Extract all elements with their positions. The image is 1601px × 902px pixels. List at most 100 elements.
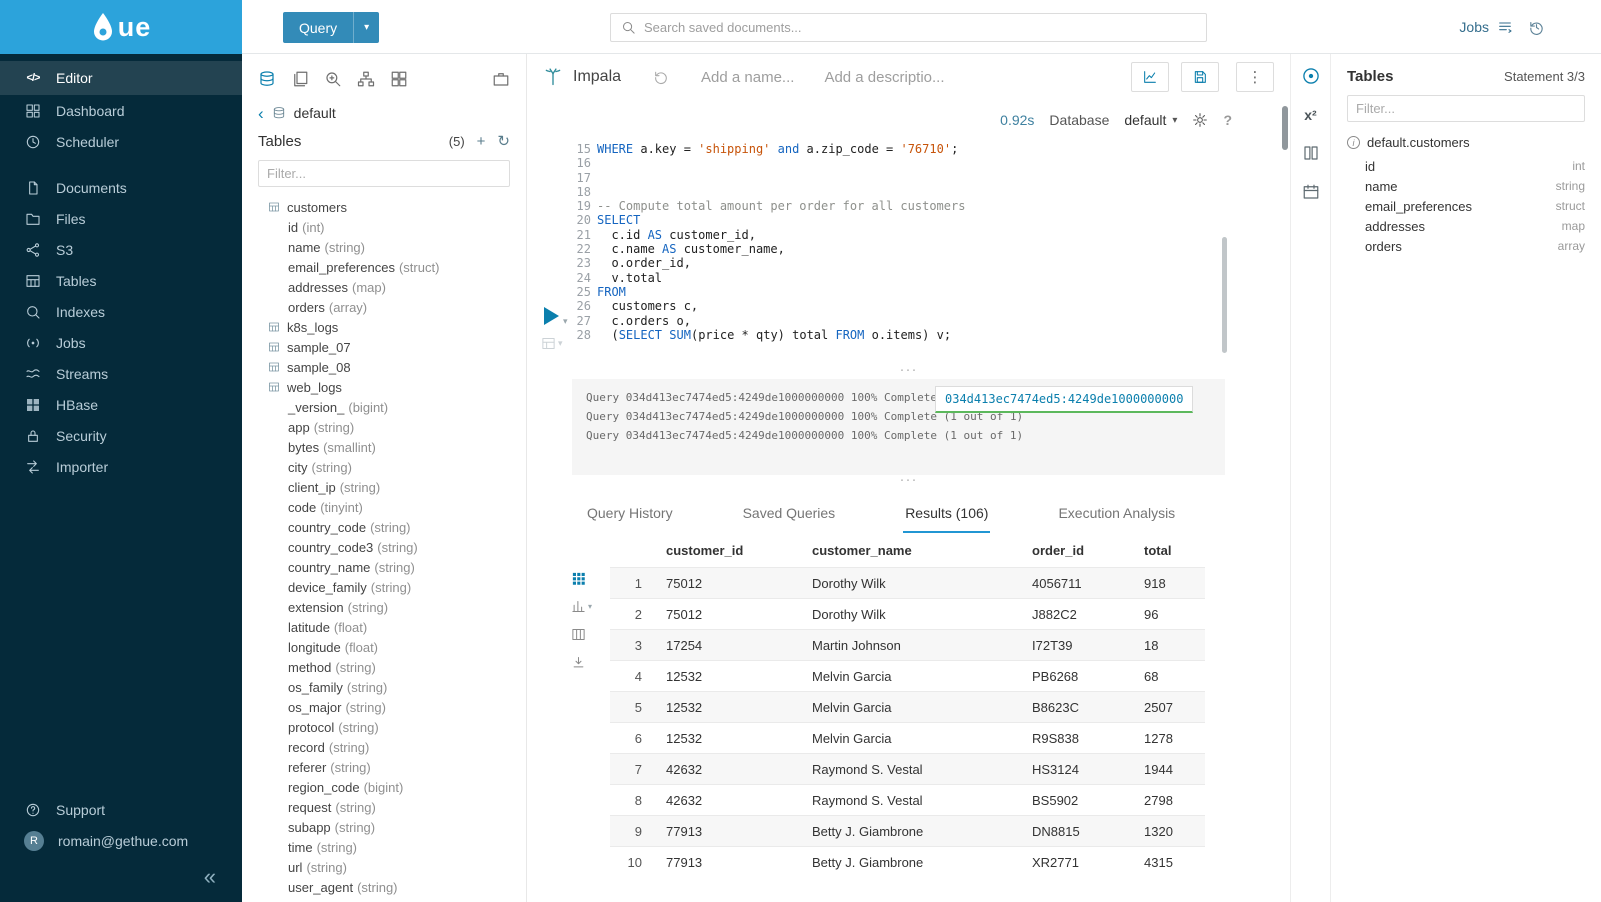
query-dropdown-caret-icon[interactable]: ▾	[353, 12, 379, 43]
query-id-popover[interactable]: 034d413ec7474ed5:4249de1000000000	[935, 386, 1193, 413]
grid-view-icon[interactable]	[571, 571, 586, 586]
sidebar-item-documents[interactable]: Documents	[0, 172, 242, 203]
editor-code[interactable]: WHERE a.key = 'shipping' and a.zip_code …	[597, 142, 1220, 342]
column-row[interactable]: orders array	[1347, 236, 1585, 256]
assist-tree-item[interactable]: addresses (map)	[242, 277, 526, 297]
documents-source-icon[interactable]	[291, 70, 309, 88]
result-row[interactable]: 6 12532 Melvin Garcia R9S838 1278	[610, 722, 1205, 753]
assist-tree-item[interactable]: method (string)	[242, 657, 526, 677]
back-chevron-icon[interactable]: ‹	[258, 105, 264, 122]
execute-options-caret-icon[interactable]: ▾	[563, 316, 568, 327]
resize-handle-bottom[interactable]: ···	[527, 475, 1290, 489]
briefcase-icon[interactable]	[492, 70, 510, 88]
assist-tree-item[interactable]: client_ip (string)	[242, 477, 526, 497]
sidebar-item-hbase[interactable]: HBase	[0, 389, 242, 420]
assist-tree-item[interactable]: os_family (string)	[242, 677, 526, 697]
collapse-sidebar-icon[interactable]: «	[204, 864, 216, 890]
sidebar-item-editor[interactable]: </> Editor	[0, 61, 242, 95]
result-row[interactable]: 7 42632 Raymond S. Vestal HS3124 1944	[610, 753, 1205, 784]
editor-scrollbar[interactable]	[1222, 237, 1227, 353]
result-row[interactable]: 2 75012 Dorothy Wilk J882C2 96	[610, 598, 1205, 629]
info-icon[interactable]: i	[1347, 136, 1360, 149]
assist-tree-item[interactable]: url (string)	[242, 857, 526, 877]
assist-tree-item[interactable]: bytes (smallint)	[242, 437, 526, 457]
jobs-link[interactable]: Jobs	[1459, 19, 1513, 35]
result-tab[interactable]: Execution Analysis	[1056, 505, 1177, 533]
query-history-toggle-icon[interactable]	[653, 69, 669, 85]
quick-browse-disc-icon[interactable]	[1301, 66, 1321, 86]
save-button[interactable]	[1181, 62, 1219, 92]
assist-tree-item[interactable]: subapp (string)	[242, 817, 526, 837]
assist-tree-item[interactable]: email_preferences (struct)	[242, 257, 526, 277]
help-icon[interactable]: ?	[1223, 112, 1232, 128]
language-reference-book-icon[interactable]	[1302, 144, 1320, 162]
result-tab[interactable]: Saved Queries	[741, 505, 838, 533]
new-query-button[interactable]: Query ▾	[283, 12, 379, 43]
zoom-in-icon[interactable]	[324, 70, 342, 88]
query-name-field[interactable]: Add a name...	[701, 69, 794, 86]
result-row[interactable]: 4 12532 Melvin Garcia PB6268 68	[610, 660, 1205, 691]
result-row[interactable]: 3 17254 Martin Johnson I72T39 18	[610, 629, 1205, 660]
resize-handle-top[interactable]: ···	[527, 365, 1290, 379]
assist-tree-item[interactable]: region_code (bigint)	[242, 777, 526, 797]
sidebar-item-support[interactable]: Support	[0, 794, 242, 825]
assist-tree-item[interactable]: country_code3 (string)	[242, 537, 526, 557]
assist-tree-item[interactable]: _version_ (bigint)	[242, 397, 526, 417]
database-name[interactable]: default	[294, 105, 336, 121]
databases-source-icon[interactable]	[258, 70, 276, 88]
result-row[interactable]: 8 42632 Raymond S. Vestal BS5902 2798	[610, 784, 1205, 815]
sidebar-item-tables[interactable]: Tables	[0, 265, 242, 296]
column-row[interactable]: id int	[1347, 156, 1585, 176]
column-row[interactable]: addresses map	[1347, 216, 1585, 236]
assist-tree-item[interactable]: latitude (float)	[242, 617, 526, 637]
result-tab[interactable]: Results (106)	[903, 505, 990, 533]
assist-tree-item[interactable]: country_code (string)	[242, 517, 526, 537]
column-header[interactable]: order_id	[1024, 543, 1136, 558]
assist-tree-item[interactable]: os_major (string)	[242, 697, 526, 717]
column-row[interactable]: email_preferences struct	[1347, 196, 1585, 216]
assist-tree-item[interactable]: sample_07	[242, 337, 526, 357]
assist-tree-item[interactable]: orders (array)	[242, 297, 526, 317]
sidebar-item-indexes[interactable]: Indexes	[0, 296, 242, 327]
chart-button[interactable]	[1131, 62, 1169, 92]
query-history-icon[interactable]	[1528, 19, 1545, 36]
result-row[interactable]: 9 77913 Betty J. Giambrone DN8815 1320	[610, 815, 1205, 846]
sidebar-item-files[interactable]: Files	[0, 203, 242, 234]
download-results-icon[interactable]	[571, 655, 586, 670]
right-panel-filter-input[interactable]	[1347, 95, 1585, 122]
sidebar-user[interactable]: R romain@gethue.com	[0, 825, 242, 856]
hue-logo[interactable]: ue	[0, 0, 242, 54]
search-input[interactable]	[644, 20, 1196, 35]
assist-tree-item[interactable]: sample_08	[242, 357, 526, 377]
add-table-icon[interactable]: +	[477, 134, 486, 149]
column-row[interactable]: name string	[1347, 176, 1585, 196]
assist-tree-item[interactable]: device_family (string)	[242, 577, 526, 597]
column-header[interactable]: customer_id	[658, 543, 804, 558]
schedule-calendar-icon[interactable]	[1302, 183, 1320, 201]
editor-settings-gear-icon[interactable]	[1192, 112, 1208, 128]
sql-editor[interactable]: 1516171819202122232425262728 WHERE a.key…	[527, 140, 1290, 365]
assist-tree-item[interactable]: record (string)	[242, 737, 526, 757]
assist-tree-item[interactable]: city (string)	[242, 457, 526, 477]
sidebar-item-jobs[interactable]: Jobs	[0, 327, 242, 358]
active-table-row[interactable]: i default.customers	[1347, 135, 1585, 150]
assist-tree-item[interactable]: request (string)	[242, 797, 526, 817]
result-row[interactable]: 1 75012 Dorothy Wilk 4056711 918	[610, 567, 1205, 598]
assist-tree-item[interactable]: time (string)	[242, 837, 526, 857]
more-options-button[interactable]: ⋮	[1236, 62, 1274, 92]
assist-tree-item[interactable]: referer (string)	[242, 757, 526, 777]
result-row[interactable]: 5 12532 Melvin Garcia B8623C 2507	[610, 691, 1205, 722]
refresh-tables-icon[interactable]: ↻	[497, 134, 510, 149]
assist-tree-item[interactable]: name (string)	[242, 237, 526, 257]
assist-tree-item[interactable]: customers	[242, 197, 526, 217]
explain-query-icon[interactable]: ▾	[541, 336, 563, 351]
page-scrollbar[interactable]	[1282, 106, 1288, 150]
assist-tree-item[interactable]: extension (string)	[242, 597, 526, 617]
result-row[interactable]: 10 77913 Betty J. Giambrone XR2771 4315	[610, 846, 1205, 877]
assist-filter-input[interactable]	[258, 160, 510, 187]
assist-tree-item[interactable]: app (string)	[242, 417, 526, 437]
column-header[interactable]: total	[1136, 543, 1205, 558]
result-tab[interactable]: Query History	[585, 505, 675, 533]
chart-view-icon[interactable]: ▾	[571, 599, 592, 614]
sidebar-item-streams[interactable]: Streams	[0, 358, 242, 389]
